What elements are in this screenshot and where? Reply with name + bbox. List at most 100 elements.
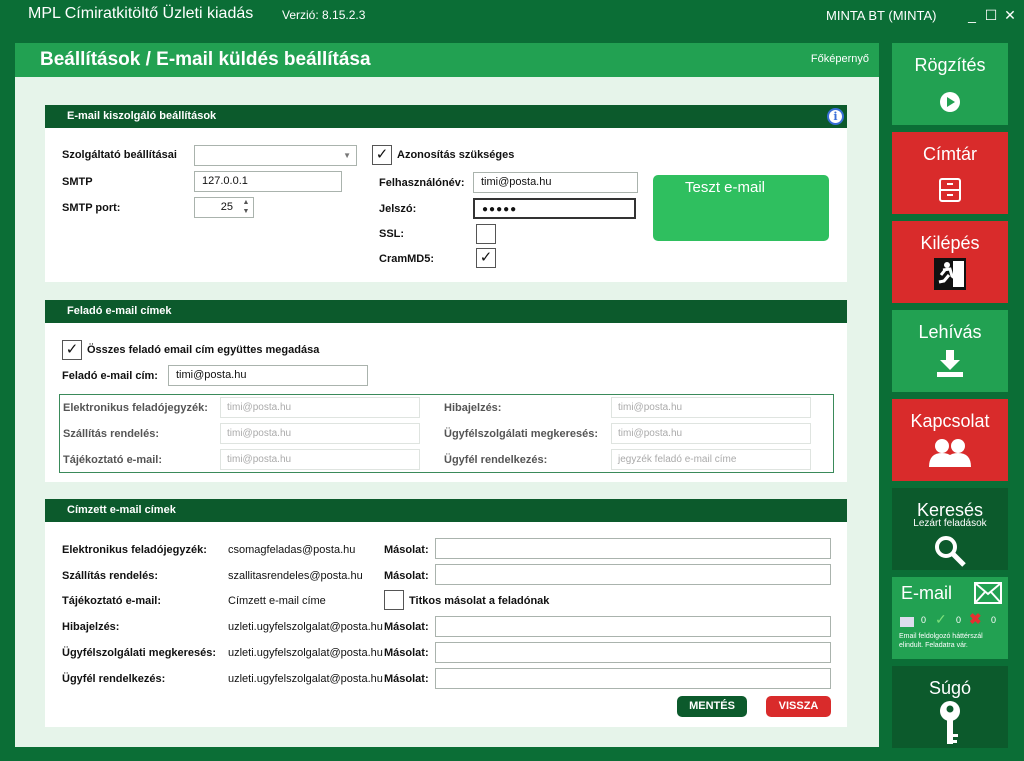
copy-input[interactable] (435, 564, 831, 585)
email-label: E-mail (901, 583, 953, 603)
close-icon[interactable]: ✕ (1002, 6, 1018, 24)
recipient-heading: Címzett e-mail címek (45, 499, 847, 522)
play-icon (892, 91, 1008, 116)
copy-input[interactable] (435, 642, 831, 663)
all-sender-label: Összes feladó email cím együttes megadás… (87, 344, 320, 356)
save-button[interactable]: MENTÉS (677, 696, 747, 717)
username-label: Felhasználónév: (379, 177, 465, 189)
sender-row-label: Ügyfél rendelkezés: (444, 454, 548, 466)
recipient-row-label: Ügyfélszolgálati megkeresés: (62, 647, 217, 659)
all-sender-checkbox[interactable]: ✓ (62, 340, 82, 360)
directory-label: Címtár (923, 144, 977, 164)
smtp-input[interactable]: 127.0.0.1 (194, 171, 342, 192)
recipient-row-value: csomagfeladas@posta.hu (228, 544, 356, 556)
search-icon (892, 534, 1008, 571)
recipient-panel: Címzett e-mail címek Elektronikus feladó… (45, 499, 847, 727)
copy-input[interactable] (435, 616, 831, 637)
recipient-row-value: uzleti.ugyfelszolgalat@posta.hu (228, 673, 383, 685)
maximize-icon[interactable]: ☐ (983, 6, 999, 24)
ssl-checkbox[interactable] (476, 224, 496, 244)
recipient-row-value: Címzett e-mail címe (228, 595, 326, 607)
home-link[interactable]: Főképernyő (811, 53, 869, 65)
page-header: Beállítások / E-mail küldés beállítása F… (15, 43, 879, 77)
minimize-icon[interactable]: _ (964, 6, 980, 24)
back-button[interactable]: VISSZA (766, 696, 831, 717)
search-sub-label: Lezárt feladások (913, 518, 987, 529)
email-sent-count: 0 (956, 615, 962, 625)
users-icon (892, 437, 1008, 470)
crammd5-label: CramMD5: (379, 253, 435, 265)
smtp-label: SMTP (62, 176, 93, 188)
sender-row-input[interactable]: jegyzék feladó e-mail címe (611, 449, 811, 470)
recipient-row-label: Ügyfél rendelkezés: (62, 673, 166, 685)
record-label: Rögzítés (914, 55, 986, 75)
sender-row-input[interactable]: timi@posta.hu (611, 423, 811, 444)
page-title: Beállítások / E-mail küldés beállítása (40, 49, 371, 70)
recipient-row-label: Hibajelzés: (62, 621, 120, 633)
ssl-label: SSL: (379, 228, 405, 240)
crammd5-checkbox[interactable]: ✓ (476, 248, 496, 268)
copy-label: Másolat: (384, 621, 429, 633)
port-stepper-icon[interactable]: ▲ ▼ (240, 198, 252, 217)
email-button[interactable]: E-mail 0 ✓ 0 ✖ 0 Email feldolgozó háttér… (892, 577, 1008, 659)
mail-queue-icon (900, 617, 914, 627)
title-bar: MPL Címiratkitöltő Üzleti kiadás Verzió:… (0, 0, 1024, 32)
smtp-port-label: SMTP port: (62, 202, 121, 214)
exit-label: Kilépés (920, 233, 980, 253)
copy-label: Másolat: (384, 647, 429, 659)
fetch-button[interactable]: Lehívás (892, 310, 1008, 392)
dropdown-icon: ▼ (343, 151, 351, 160)
sender-address-input[interactable]: timi@posta.hu (168, 365, 368, 386)
record-button[interactable]: Rögzítés (892, 43, 1008, 125)
help-label: Súgó (928, 678, 972, 698)
auth-checkbox[interactable]: ✓ (372, 145, 392, 165)
bcc-label: Titkos másolat a feladónak (409, 595, 550, 607)
fetch-label: Lehívás (918, 322, 982, 342)
username-input[interactable]: timi@posta.hu (473, 172, 638, 193)
sender-row-input[interactable]: timi@posta.hu (220, 423, 420, 444)
password-input[interactable]: ●●●●● (473, 198, 636, 219)
email-queue-count: 0 (921, 615, 927, 625)
envelope-icon (974, 582, 1002, 607)
help-button[interactable]: Súgó (892, 666, 1008, 748)
contact-label: Kapcsolat (910, 411, 990, 431)
bcc-checkbox[interactable] (384, 590, 404, 610)
recipient-row-label: Tájékoztató e-mail: (62, 595, 162, 607)
auth-label: Azonosítás szükséges (397, 149, 515, 161)
provider-select[interactable]: ▼ (194, 145, 357, 166)
recipient-row-value: uzleti.ugyfelszolgalat@posta.hu (228, 647, 383, 659)
sender-row-label: Tájékoztató e-mail: (63, 454, 163, 466)
download-icon (892, 348, 1008, 381)
contact-button[interactable]: Kapcsolat (892, 399, 1008, 481)
company-name: MINTA BT (MINTA) (826, 8, 937, 23)
sender-row-input[interactable]: timi@posta.hu (220, 397, 420, 418)
search-button[interactable]: Keresés Lezárt feladások (892, 488, 1008, 570)
info-icon[interactable]: i (827, 108, 844, 125)
sender-row-label: Hibajelzés: (444, 402, 502, 414)
sender-row-label: Szállítás rendelés: (63, 428, 159, 440)
exit-button[interactable]: Kilépés (892, 221, 1008, 303)
copy-label: Másolat: (384, 570, 429, 582)
app-title: MPL Címiratkitöltő Üzleti kiadás (28, 5, 254, 22)
sender-row-label: Elektronikus feladójegyzék: (63, 402, 208, 414)
test-email-button[interactable]: Teszt e-mail (653, 175, 829, 241)
recipient-row-label: Elektronikus feladójegyzék: (62, 544, 207, 556)
emergency-exit-icon (892, 257, 1008, 294)
failed-x-icon: ✖ (969, 611, 982, 628)
sender-address-label: Feladó e-mail cím: (62, 370, 158, 382)
sender-row-input[interactable]: timi@posta.hu (220, 449, 420, 470)
recipient-row-value: szallitasrendeles@posta.hu (228, 570, 363, 582)
copy-label: Másolat: (384, 673, 429, 685)
copy-input[interactable] (435, 538, 831, 559)
sent-check-icon: ✓ (935, 611, 947, 627)
directory-button[interactable]: Címtár (892, 132, 1008, 214)
sender-row-label: Ügyfélszolgálati megkeresés: (444, 428, 599, 440)
copy-label: Másolat: (384, 544, 429, 556)
cabinet-icon (892, 178, 1008, 205)
sender-panel: Feladó e-mail címek ✓ Összes feladó emai… (45, 300, 847, 482)
sender-row-input[interactable]: timi@posta.hu (611, 397, 811, 418)
sender-detail-box: Elektronikus feladójegyzék: timi@posta.h… (59, 394, 834, 473)
copy-input[interactable] (435, 668, 831, 689)
app-version: Verzió: 8.15.2.3 (282, 8, 366, 22)
key-icon (892, 700, 1008, 749)
